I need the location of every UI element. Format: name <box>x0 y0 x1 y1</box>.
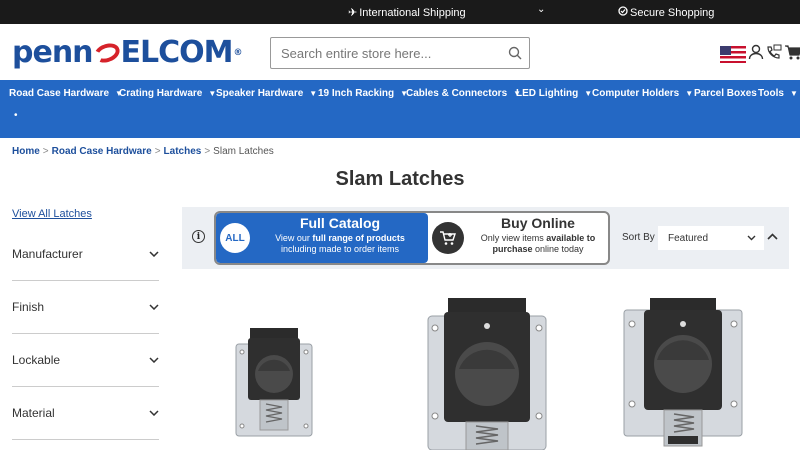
facet-lockable[interactable]: Lockable <box>12 334 159 387</box>
facet-label: Material <box>12 406 55 420</box>
lock-icon <box>618 6 628 19</box>
full-catalog-option[interactable]: ALL Full Catalog View our full range of … <box>216 213 428 263</box>
product-image-slam-latch-2[interactable] <box>426 296 548 455</box>
full-catalog-title: Full Catalog <box>299 215 381 231</box>
nav-item-crating-hardware[interactable]: Crating Hardware ▼ <box>119 88 216 99</box>
international-shipping[interactable]: ✈ International Shipping <box>348 6 466 20</box>
logo-text-left: penn <box>12 35 94 70</box>
search-input[interactable] <box>271 39 501 67</box>
chevron-up-icon[interactable] <box>767 229 778 243</box>
view-all-latches-link[interactable]: View All Latches <box>12 208 92 220</box>
header-icons <box>720 44 800 65</box>
logo-text-right: elcom <box>120 35 234 70</box>
buy-online-option[interactable]: Buy Online Only view items available to … <box>428 213 608 263</box>
nav-label: LED Lighting <box>516 88 579 99</box>
product-image-slam-latch-1[interactable] <box>234 326 314 443</box>
chevron-down-icon[interactable]: ⌄ <box>537 4 545 15</box>
nav-label: Tools <box>758 88 784 99</box>
cart-plus-icon <box>432 222 464 254</box>
buy-online-title: Buy Online <box>501 215 575 231</box>
search-box <box>270 37 530 69</box>
facet-label: Finish <box>12 300 45 314</box>
nav-item-led-lighting[interactable]: LED Lighting ▼ <box>516 88 592 99</box>
secure-shopping[interactable]: Secure Shopping <box>618 6 714 19</box>
main-nav: Road Case Hardware ▼ Crating Hardware ▼ Sp… <box>0 80 800 138</box>
shipping-label: International Shipping <box>359 6 466 19</box>
full-catalog-subtitle: View our full range of products includin… <box>256 233 424 255</box>
page-title: Slam Latches <box>335 168 465 190</box>
nav-label: Computer Holders <box>592 88 680 99</box>
nav-more-dot[interactable]: • <box>14 110 18 121</box>
buy-online-subtitle: Only view items available to purchase on… <box>468 233 608 255</box>
facet-finish[interactable]: Finish <box>12 281 159 334</box>
chevron-down-icon: ▼ <box>789 89 798 98</box>
facet-label: Manufacturer <box>12 247 83 261</box>
contact-icon[interactable] <box>766 44 782 65</box>
plane-icon: ✈ <box>348 7 358 19</box>
subtitle-text: Only view items <box>480 233 547 243</box>
chevron-down-icon <box>149 408 159 419</box>
nav-label: Crating Hardware <box>119 88 203 99</box>
nav-item-road-case-hardware[interactable]: Road Case Hardware ▼ <box>9 88 123 99</box>
nav-label: 19 Inch Racking <box>318 88 395 99</box>
nav-item-speaker-hardware[interactable]: Speaker Hardware ▼ <box>216 88 317 99</box>
nav-item-computer-holders[interactable]: Computer Holders ▼ <box>592 88 693 99</box>
facet-material[interactable]: Material <box>12 387 159 440</box>
account-icon[interactable] <box>748 44 764 65</box>
nav-label: Parcel Boxes <box>694 88 757 99</box>
subtitle-text: online today <box>532 244 584 254</box>
secure-label: Secure Shopping <box>630 6 715 19</box>
logo-swoosh-icon <box>91 40 122 66</box>
top-bar: ✈ International Shipping ⌄ Secure Shoppi… <box>0 0 800 24</box>
nav-label: Speaker Hardware <box>216 88 304 99</box>
chevron-down-icon: ▼ <box>309 89 318 98</box>
header: penn elcom ® <box>0 24 800 80</box>
nav-item-tools[interactable]: Tools ▼ <box>758 88 798 99</box>
logo-registered: ® <box>233 48 243 58</box>
breadcrumb-separator: > <box>204 146 211 157</box>
chevron-down-icon: ▼ <box>685 89 694 98</box>
product-image-slam-latch-3[interactable] <box>620 296 746 455</box>
logo[interactable]: penn elcom ® <box>12 35 243 70</box>
us-flag-icon[interactable] <box>720 46 746 63</box>
subtitle-bold: full range of products <box>312 233 405 243</box>
all-badge: ALL <box>220 223 250 253</box>
cart-icon[interactable] <box>784 44 800 65</box>
info-icon[interactable]: i <box>192 230 205 243</box>
chevron-down-icon <box>747 233 756 244</box>
nav-item-19-inch-racking[interactable]: 19 Inch Racking ▼ <box>318 88 408 99</box>
facet-manufacturer[interactable]: Manufacturer <box>12 228 159 281</box>
search-icon[interactable] <box>501 46 529 60</box>
nav-label: Cables & Connectors <box>406 88 508 99</box>
sort-select[interactable]: Featured <box>658 226 764 250</box>
chevron-down-icon <box>149 249 159 260</box>
breadcrumb-current: Slam Latches <box>213 146 274 157</box>
facet-label: Lockable <box>12 353 61 367</box>
subtitle-bold: available to <box>546 233 596 243</box>
listing-toolbar: i ALL Full Catalog View our full range o… <box>182 207 789 269</box>
catalog-toggle: ALL Full Catalog View our full range of … <box>214 211 610 265</box>
nav-label: Road Case Hardware <box>9 88 110 99</box>
breadcrumb-separator: > <box>154 146 161 157</box>
breadcrumb-separator: > <box>42 146 49 157</box>
breadcrumb-home[interactable]: Home <box>12 146 40 157</box>
breadcrumb-road-case-hardware[interactable]: Road Case Hardware <box>52 146 152 157</box>
nav-item-cables-connectors[interactable]: Cables & Connectors ▼ <box>406 88 521 99</box>
chevron-down-icon <box>149 302 159 313</box>
subtitle-bold: purchase <box>492 244 533 254</box>
chevron-down-icon <box>149 355 159 366</box>
subtitle-text: including made to order items <box>280 244 400 254</box>
breadcrumb: Home > Road Case Hardware > Latches > Slam Lat… <box>12 146 274 157</box>
sort-value: Featured <box>668 232 709 244</box>
subtitle-text: View our <box>275 233 313 243</box>
breadcrumb-latches[interactable]: Latches <box>164 146 202 157</box>
nav-item-parcel-boxes[interactable]: Parcel Boxes <box>694 88 757 99</box>
chevron-down-icon: ▼ <box>584 89 593 98</box>
sort-by-label: Sort By <box>622 232 655 243</box>
